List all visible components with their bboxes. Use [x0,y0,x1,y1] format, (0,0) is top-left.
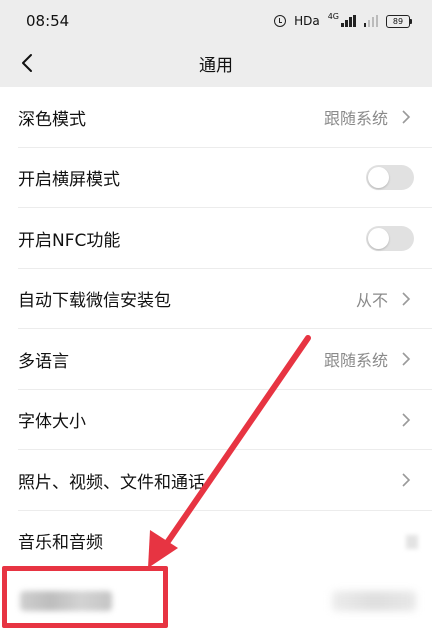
blurred-mark [406,535,418,549]
setting-value: 跟随系统 [323,109,388,129]
setting-label: 深色模式 [18,109,86,130]
nav-bar: 通用 [0,42,432,84]
settings-list: 深色模式 跟随系统 开启横屏模式 开启NFC功能 自动下载微信安装包 从不 多语… [0,87,432,571]
setting-value: 跟随系统 [323,351,388,371]
network-label: HDa [294,14,320,28]
network-type: 4G [327,11,339,21]
setting-label: 字体大小 [18,412,86,433]
setting-music-audio[interactable]: 音乐和音频 [0,510,432,571]
chevron-right-icon [402,110,411,124]
nfc-toggle[interactable] [366,225,414,251]
back-button[interactable] [12,48,42,78]
landscape-toggle[interactable] [366,165,414,191]
status-bar: 08:54 HDa 4G 89 [0,0,432,42]
setting-value: 从不 [355,290,388,310]
status-icons: HDa 4G 89 [274,11,412,28]
setting-label: 照片、视频、文件和通话 [18,472,205,493]
alarm-icon [274,15,287,27]
blurred-value [332,591,416,611]
chevron-right-icon [402,352,411,366]
chevron-right-icon [402,473,411,487]
status-time: 08:54 [26,12,70,30]
setting-label: 开启横屏模式 [18,170,120,191]
chevron-left-icon [22,54,32,72]
battery-icon: 89 [386,14,412,28]
setting-label: 自动下载微信安装包 [18,291,171,312]
setting-font-size[interactable]: 字体大小 [0,389,432,450]
page-title: 通用 [199,55,233,76]
setting-dark-mode[interactable]: 深色模式 跟随系统 [0,87,432,148]
setting-label: 开启NFC功能 [18,230,121,251]
chevron-right-icon [402,413,411,427]
signal-weak-icon [363,15,378,27]
setting-auto-download[interactable]: 自动下载微信安装包 从不 [0,268,432,329]
annotation-highlight-box [2,566,168,628]
setting-landscape-mode: 开启横屏模式 [0,147,432,208]
setting-nfc: 开启NFC功能 [0,208,432,269]
signal-strong-icon [341,15,356,27]
setting-label: 音乐和音频 [18,533,103,554]
chevron-right-icon [402,292,411,306]
setting-language[interactable]: 多语言 跟随系统 [0,329,432,390]
setting-label: 多语言 [18,351,69,372]
setting-media-files[interactable]: 照片、视频、文件和通话 [0,450,432,511]
